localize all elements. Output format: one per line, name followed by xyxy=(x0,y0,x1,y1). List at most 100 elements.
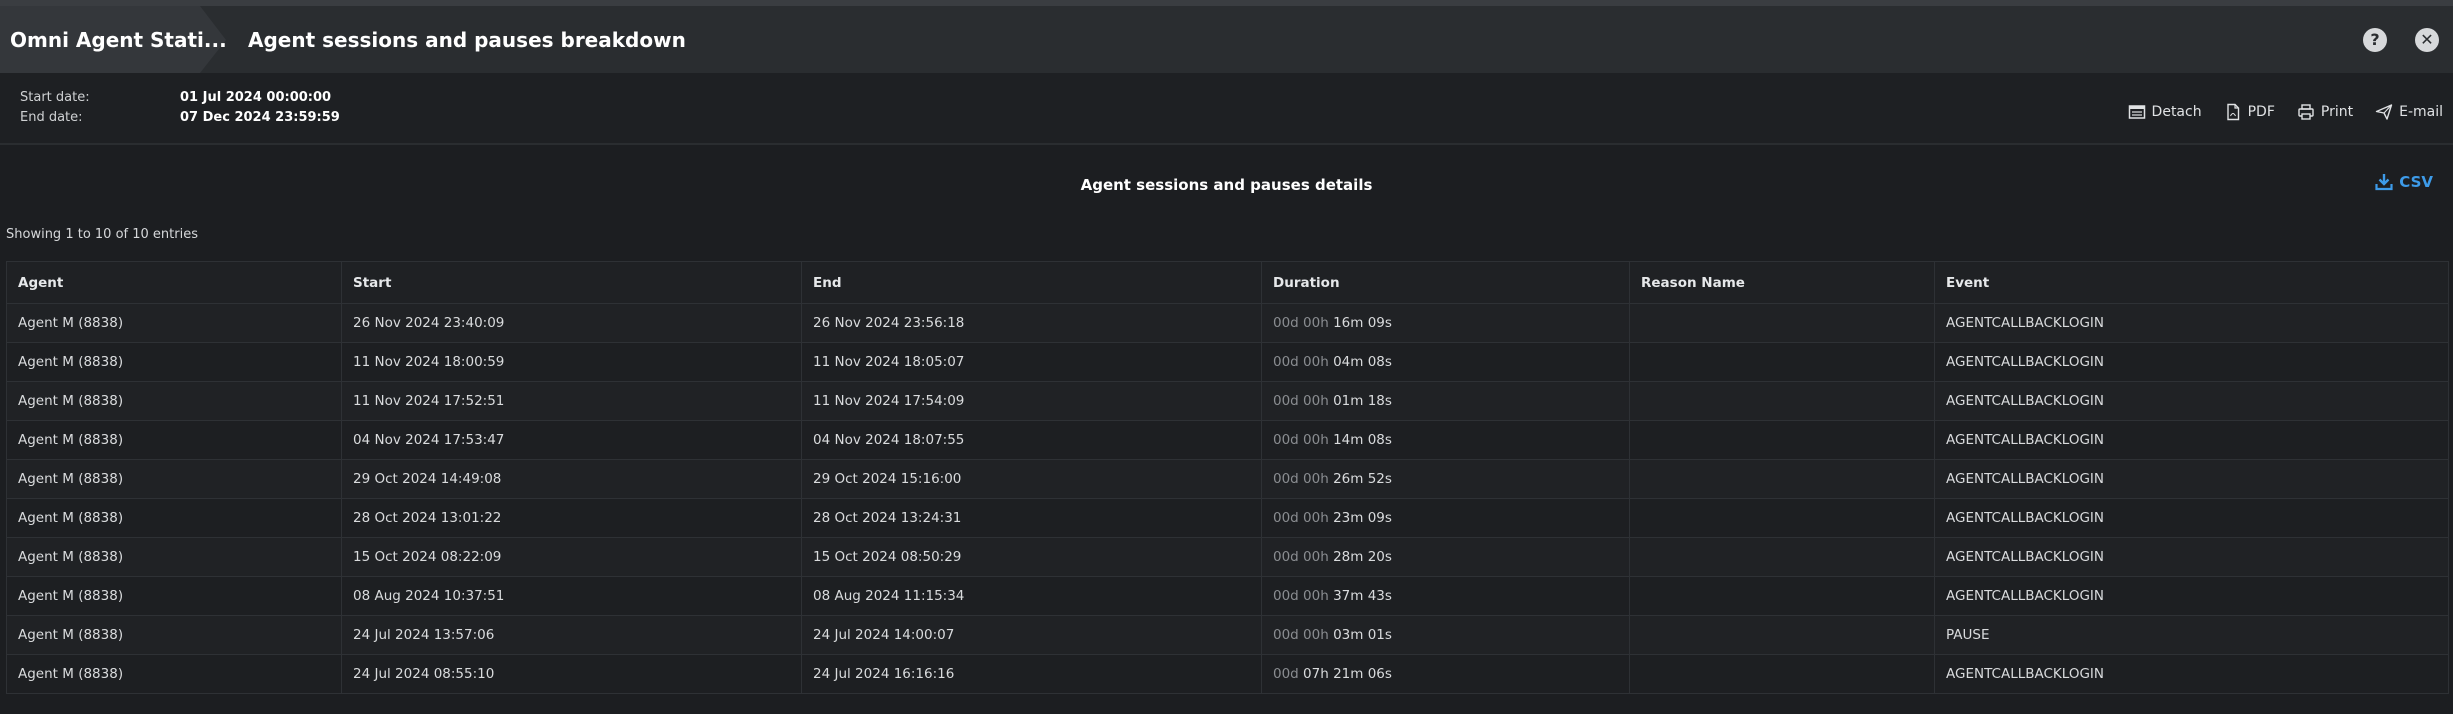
cell-event: AGENTCALLBACKLOGIN xyxy=(1934,342,2449,382)
cell-agent: Agent M (8838) xyxy=(6,420,342,460)
cell-duration: 00d 00h 23m 09s xyxy=(1261,498,1630,538)
close-circle-icon[interactable]: ✕ xyxy=(2415,28,2439,52)
cell-agent: Agent M (8838) xyxy=(6,303,342,343)
download-icon xyxy=(2375,174,2393,191)
print-label: Print xyxy=(2320,104,2354,120)
cell-duration: 00d 00h 03m 01s xyxy=(1261,615,1630,655)
cell-agent: Agent M (8838) xyxy=(6,342,342,382)
section-title: Agent sessions and pauses details xyxy=(1080,176,1373,194)
cell-end: 08 Aug 2024 11:15:34 xyxy=(801,576,1262,616)
cell-end: 29 Oct 2024 15:16:00 xyxy=(801,459,1262,499)
duration-prefix: 00d 00h xyxy=(1273,588,1329,604)
title-bar: Omni Agent Stati... Agent sessions and p… xyxy=(0,6,2453,73)
cell-start: 15 Oct 2024 08:22:09 xyxy=(341,537,802,577)
cell-start: 28 Oct 2024 13:01:22 xyxy=(341,498,802,538)
cell-event: AGENTCALLBACKLOGIN xyxy=(1934,459,2449,499)
column-header-end[interactable]: End xyxy=(801,261,1262,304)
table-row[interactable]: Agent M (8838) 24 Jul 2024 08:55:10 24 Jul… xyxy=(6,654,2449,694)
cell-end: 26 Nov 2024 23:56:18 xyxy=(801,303,1262,343)
pdf-button[interactable]: PDF xyxy=(2224,103,2275,121)
cell-start: 04 Nov 2024 17:53:47 xyxy=(341,420,802,460)
cell-start: 24 Jul 2024 08:55:10 xyxy=(341,654,802,694)
cell-agent: Agent M (8838) xyxy=(6,615,342,655)
cell-duration: 00d 00h 04m 08s xyxy=(1261,342,1630,382)
print-button[interactable]: Print xyxy=(2297,103,2353,121)
question-circle-icon[interactable]: ? xyxy=(2363,28,2387,52)
cell-agent: Agent M (8838) xyxy=(6,537,342,577)
table-row[interactable]: Agent M (8838) 04 Nov 2024 17:53:47 04 Nov… xyxy=(6,420,2449,460)
table-row[interactable]: Agent M (8838) 24 Jul 2024 13:57:06 24 Jul… xyxy=(6,615,2449,655)
cell-end: 28 Oct 2024 13:24:31 xyxy=(801,498,1262,538)
table-body: Agent M (8838) 26 Nov 2024 23:40:09 26 Nov… xyxy=(6,303,2449,694)
cell-start: 11 Nov 2024 17:52:51 xyxy=(341,381,802,421)
cell-duration: 00d 00h 01m 18s xyxy=(1261,381,1630,421)
duration-prefix: 00d 00h xyxy=(1273,315,1329,331)
cell-event: AGENTCALLBACKLOGIN xyxy=(1934,381,2449,421)
cell-reason-name xyxy=(1629,654,1935,694)
column-header-agent[interactable]: Agent xyxy=(6,261,342,304)
start-date-value: 01 Jul 2024 00:00:00 xyxy=(180,89,332,105)
duration-value: 07h 21m 06s xyxy=(1303,666,1392,682)
cell-duration: 00d 00h 28m 20s xyxy=(1261,537,1630,577)
column-header-reason-name[interactable]: Reason Name xyxy=(1629,261,1935,304)
cell-agent: Agent M (8838) xyxy=(6,654,342,694)
detach-button[interactable]: Detach xyxy=(2128,103,2202,121)
duration-value: 16m 09s xyxy=(1333,315,1392,331)
duration-prefix: 00d 00h xyxy=(1273,354,1329,370)
table-header-row: Agent Start End Duration Reason Name Eve… xyxy=(6,261,2449,304)
end-date-row: End date: 07 Dec 2024 23:59:59 xyxy=(20,107,2453,127)
end-date-value: 07 Dec 2024 23:59:59 xyxy=(180,109,340,125)
table-row[interactable]: Agent M (8838) 15 Oct 2024 08:22:09 15 Oct… xyxy=(6,537,2449,577)
cell-reason-name xyxy=(1629,342,1935,382)
email-button[interactable]: E-mail xyxy=(2375,103,2443,121)
cell-duration: 00d 00h 26m 52s xyxy=(1261,459,1630,499)
sessions-table: Agent Start End Duration Reason Name Eve… xyxy=(6,261,2449,694)
detach-window-icon xyxy=(2128,105,2145,119)
duration-prefix: 00d 00h xyxy=(1273,393,1329,409)
date-range-panel: Start date: 01 Jul 2024 00:00:00 End dat… xyxy=(0,73,2453,145)
cell-end: 24 Jul 2024 14:00:07 xyxy=(801,615,1262,655)
breadcrumb-app-title[interactable]: Omni Agent Stati... xyxy=(0,6,227,73)
cell-duration: 00d 00h 16m 09s xyxy=(1261,303,1630,343)
table-row[interactable]: Agent M (8838) 28 Oct 2024 13:01:22 28 Oct… xyxy=(6,498,2449,538)
duration-value: 26m 52s xyxy=(1333,471,1392,487)
duration-prefix: 00d 00h xyxy=(1273,432,1329,448)
table-row[interactable]: Agent M (8838) 26 Nov 2024 23:40:09 26 Nov… xyxy=(6,303,2449,343)
detach-label: Detach xyxy=(2151,104,2202,120)
column-header-duration[interactable]: Duration xyxy=(1261,261,1630,304)
cell-agent: Agent M (8838) xyxy=(6,576,342,616)
duration-value: 04m 08s xyxy=(1333,354,1392,370)
cell-event: AGENTCALLBACKLOGIN xyxy=(1934,537,2449,577)
report-actions: Detach PDF Print E-mail xyxy=(2128,103,2443,121)
column-header-start[interactable]: Start xyxy=(341,261,802,304)
start-date-row: Start date: 01 Jul 2024 00:00:00 xyxy=(20,87,2453,107)
cell-event: AGENTCALLBACKLOGIN xyxy=(1934,420,2449,460)
table-row[interactable]: Agent M (8838) 11 Nov 2024 17:52:51 11 Nov… xyxy=(6,381,2449,421)
cell-duration: 00d 00h 37m 43s xyxy=(1261,576,1630,616)
table-row[interactable]: Agent M (8838) 11 Nov 2024 18:00:59 11 Nov… xyxy=(6,342,2449,382)
cell-start: 26 Nov 2024 23:40:09 xyxy=(341,303,802,343)
cell-start: 29 Oct 2024 14:49:08 xyxy=(341,459,802,499)
duration-prefix: 00d 00h xyxy=(1273,471,1329,487)
paper-plane-icon xyxy=(2375,104,2393,120)
column-header-event[interactable]: Event xyxy=(1934,261,2449,304)
cell-reason-name xyxy=(1629,381,1935,421)
cell-event: PAUSE xyxy=(1934,615,2449,655)
pdf-file-icon xyxy=(2226,103,2239,121)
table-row[interactable]: Agent M (8838) 29 Oct 2024 14:49:08 29 Oct… xyxy=(6,459,2449,499)
cell-end: 11 Nov 2024 17:54:09 xyxy=(801,381,1262,421)
cell-event: AGENTCALLBACKLOGIN xyxy=(1934,576,2449,616)
cell-duration: 00d 00h 14m 08s xyxy=(1261,420,1630,460)
cell-agent: Agent M (8838) xyxy=(6,381,342,421)
table-row[interactable]: Agent M (8838) 08 Aug 2024 10:37:51 08 Aug… xyxy=(6,576,2449,616)
email-label: E-mail xyxy=(2399,104,2443,120)
cell-reason-name xyxy=(1629,420,1935,460)
csv-label: CSV xyxy=(2399,173,2433,191)
cell-end: 04 Nov 2024 18:07:55 xyxy=(801,420,1262,460)
cell-end: 15 Oct 2024 08:50:29 xyxy=(801,537,1262,577)
cell-agent: Agent M (8838) xyxy=(6,498,342,538)
duration-prefix: 00d 00h xyxy=(1273,627,1329,643)
csv-export-button[interactable]: CSV xyxy=(2375,173,2433,191)
duration-value: 03m 01s xyxy=(1333,627,1392,643)
duration-value: 28m 20s xyxy=(1333,549,1392,565)
